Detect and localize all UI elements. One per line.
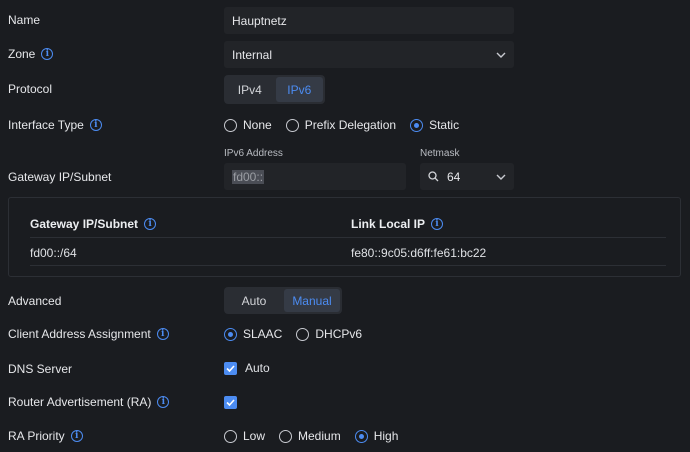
interface-type-prefix-delegation-option[interactable]: Prefix Delegation <box>285 118 396 132</box>
zone-select[interactable]: Internal <box>224 41 514 68</box>
search-icon <box>428 171 439 182</box>
dns-auto-checkbox[interactable]: Auto <box>224 361 270 375</box>
protocol-ipv4-option[interactable]: IPv4 <box>226 77 274 102</box>
client-address-assignment-label: Client Address Assignment i <box>8 327 169 341</box>
protocol-toggle: IPv4 IPv6 <box>224 75 325 104</box>
chevron-down-icon <box>496 174 506 180</box>
checkbox-checked-icon <box>224 396 237 409</box>
router-advertisement-info-icon[interactable]: i <box>157 396 170 408</box>
radio-icon <box>224 429 237 443</box>
interface-type-info-icon[interactable]: i <box>89 119 102 131</box>
interface-type-static-option[interactable]: Static <box>410 118 459 132</box>
radio-icon <box>224 118 237 132</box>
zone-info-icon[interactable]: i <box>41 48 54 60</box>
table-cell-link-local: fe80::9c05:d6ff:fe61:bc22 <box>351 246 487 260</box>
router-advertisement-checkbox[interactable] <box>224 395 245 409</box>
name-input[interactable]: Hauptnetz <box>224 7 514 34</box>
interface-type-radio-group: None Prefix Delegation Static <box>224 118 473 132</box>
dns-server-label: DNS Server <box>8 362 73 376</box>
advanced-toggle: Auto Manual <box>224 287 342 314</box>
ra-priority-medium-option[interactable]: Medium <box>279 429 341 443</box>
zone-label: Zone i <box>8 47 54 61</box>
protocol-ipv6-option[interactable]: IPv6 <box>275 77 323 102</box>
table-row-divider <box>30 265 666 266</box>
table-header-gateway: Gateway IP/Subnet i <box>30 217 157 231</box>
client-assignment-slaac-option[interactable]: SLAAC <box>224 327 282 341</box>
radio-selected-icon <box>354 429 368 443</box>
radio-icon <box>279 429 293 443</box>
gateway-label: Gateway IP/Subnet <box>8 170 112 184</box>
interface-type-none-option[interactable]: None <box>224 118 272 132</box>
client-assignment-info-icon[interactable]: i <box>156 328 169 340</box>
gateway-table: Gateway IP/Subnet i Link Local IP i fd00… <box>8 197 681 277</box>
radio-icon <box>296 327 310 341</box>
ra-priority-label: RA Priority i <box>8 429 83 443</box>
table-header-link-local: Link Local IP i <box>351 217 444 231</box>
advanced-label: Advanced <box>8 294 62 308</box>
radio-selected-icon <box>410 118 424 132</box>
ipv6-address-label: IPv6 Address <box>224 148 283 159</box>
netmask-label: Netmask <box>420 148 460 159</box>
protocol-label: Protocol <box>8 82 53 96</box>
radio-icon <box>285 118 299 132</box>
router-advertisement-label: Router Advertisement (RA) i <box>8 395 170 409</box>
table-cell-gateway: fd00::/64 <box>30 246 77 260</box>
link-local-info-icon[interactable]: i <box>431 218 444 230</box>
chevron-down-icon <box>496 52 506 58</box>
gateway-info-icon[interactable]: i <box>144 218 157 230</box>
radio-selected-icon <box>224 327 237 341</box>
name-label: Name <box>8 13 41 27</box>
ra-priority-info-icon[interactable]: i <box>70 430 83 442</box>
advanced-auto-option[interactable]: Auto <box>226 289 282 312</box>
interface-type-label: Interface Type i <box>8 118 102 132</box>
ra-priority-high-option[interactable]: High <box>354 429 398 443</box>
client-assignment-radio-group: SLAAC DHCPv6 <box>224 327 376 341</box>
ra-priority-low-option[interactable]: Low <box>224 429 265 443</box>
table-header-divider <box>30 237 666 238</box>
client-assignment-dhcpv6-option[interactable]: DHCPv6 <box>296 327 362 341</box>
ipv6-address-input[interactable]: fd00:: <box>224 163 406 190</box>
netmask-select[interactable]: 64 <box>420 163 514 190</box>
advanced-manual-option[interactable]: Manual <box>284 289 340 312</box>
checkbox-checked-icon <box>224 361 237 375</box>
ra-priority-radio-group: Low Medium High <box>224 429 412 443</box>
